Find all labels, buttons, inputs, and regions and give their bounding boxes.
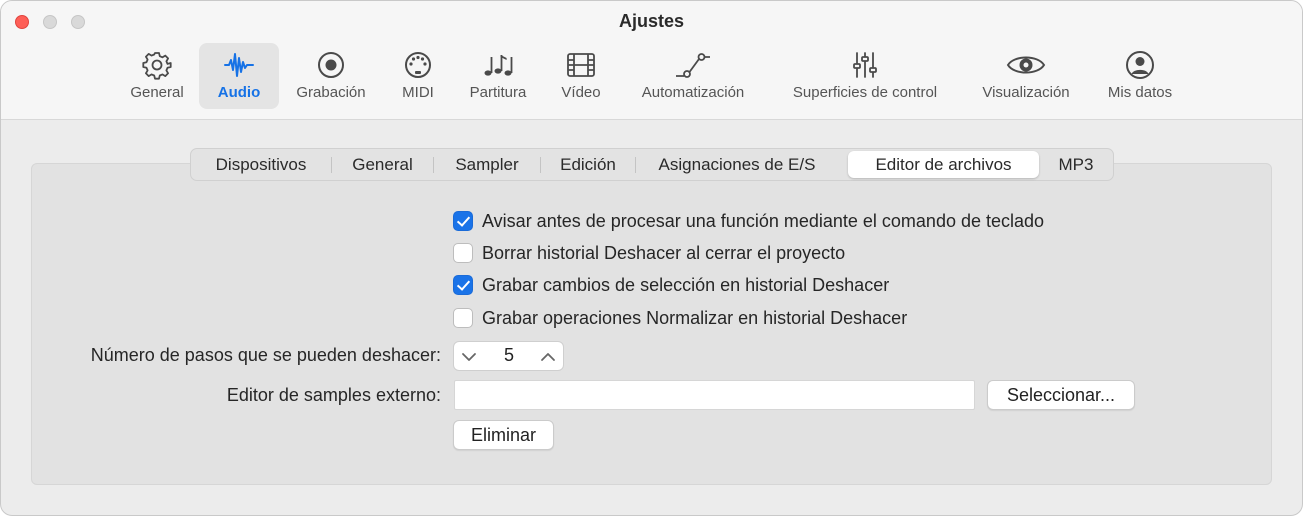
option-clear-undo-history[interactable]: Borrar historial Deshacer al cerrar el p… <box>453 242 953 264</box>
option-record-normalize-ops[interactable]: Grabar operaciones Normalizar en histori… <box>453 307 993 329</box>
option-label: Avisar antes de procesar una función med… <box>482 211 1045 231</box>
toolbar-item-control-surfaces[interactable]: Superficies de control <box>775 43 955 109</box>
select-button[interactable]: Seleccionar... <box>987 380 1135 410</box>
toolbar-label: Vídeo <box>561 84 601 101</box>
toolbar-item-audio[interactable]: Audio <box>199 43 279 109</box>
tab-sampler[interactable]: Sampler <box>437 151 537 178</box>
midi-port-icon <box>405 52 431 78</box>
tab-divider <box>433 157 434 173</box>
tab-divider <box>635 157 636 173</box>
toolbar-item-video[interactable]: Vídeo <box>551 43 611 109</box>
option-label: Grabar cambios de selección en historial… <box>482 275 890 295</box>
checkbox-checked[interactable] <box>453 211 473 231</box>
music-notes-icon <box>484 55 513 76</box>
film-icon <box>567 53 595 77</box>
toolbar-item-recording[interactable]: Grabación <box>287 43 375 109</box>
toolbar-label: Visualización <box>982 84 1070 101</box>
tab-devices[interactable]: Dispositivos <box>195 151 327 178</box>
settings-window: Ajustes General Audio Grabación MIDI Par… <box>0 0 1303 516</box>
checkbox-checked[interactable] <box>453 275 473 295</box>
toolbar-label: Superficies de control <box>792 84 938 101</box>
undo-steps-value: 5 <box>503 345 514 365</box>
record-icon <box>318 52 344 78</box>
toolbar: Ajustes General Audio Grabación MIDI Par… <box>1 1 1302 120</box>
toolbar-label: Grabación <box>296 84 366 101</box>
toolbar-item-general[interactable]: General <box>121 43 193 109</box>
option-confirm-key-command[interactable]: Avisar antes de procesar una función med… <box>453 210 1153 232</box>
sliders-icon <box>853 52 877 78</box>
option-label: Grabar operaciones Normalizar en histori… <box>482 308 908 328</box>
tab-divider <box>540 157 541 173</box>
tab-file-editor[interactable]: Editor de archivos <box>848 151 1039 178</box>
toolbar-item-score[interactable]: Partitura <box>459 43 537 109</box>
tab-io-assignments[interactable]: Asignaciones de E/S <box>639 151 835 178</box>
toolbar-label: Audio <box>217 84 261 101</box>
external-editor-label: Editor de samples externo: <box>226 385 441 405</box>
window-title: Ajustes <box>618 11 685 31</box>
option-label: Borrar historial Deshacer al cerrar el p… <box>482 243 846 263</box>
automation-curve-icon <box>676 53 710 78</box>
external-editor-path-field[interactable] <box>454 380 975 410</box>
toolbar-label: MIDI <box>402 84 434 101</box>
checkbox-unchecked[interactable] <box>453 243 473 263</box>
checkbox-unchecked[interactable] <box>453 308 473 328</box>
undo-steps-label: Número de pasos que se pueden deshacer: <box>90 345 441 365</box>
remove-button[interactable]: Eliminar <box>453 420 554 450</box>
tab-editing[interactable]: Edición <box>544 151 632 178</box>
option-record-selection-changes[interactable]: Grabar cambios de selección en historial… <box>453 274 973 296</box>
tab-mp3[interactable]: MP3 <box>1043 151 1109 178</box>
tab-general[interactable]: General <box>335 151 430 178</box>
toolbar-item-display[interactable]: Visualización <box>971 43 1081 109</box>
toolbar-label: Automatización <box>641 84 745 101</box>
undo-steps-stepper[interactable]: 5 <box>453 341 564 371</box>
waveform-icon <box>224 53 254 77</box>
tab-bar: Dispositivos General Sampler Edición Asi… <box>190 148 1114 181</box>
gear-icon <box>142 52 172 80</box>
toolbar-label: General <box>130 84 184 101</box>
toolbar-item-midi[interactable]: MIDI <box>391 43 445 109</box>
toolbar-item-automation[interactable]: Automatización <box>629 43 757 109</box>
person-icon <box>1126 51 1154 79</box>
eye-icon <box>1006 56 1046 74</box>
tab-divider <box>331 157 332 173</box>
toolbar-item-my-info[interactable]: Mis datos <box>1097 43 1183 109</box>
chevron-down-icon[interactable] <box>460 348 478 366</box>
toolbar-label: Mis datos <box>1107 84 1173 101</box>
toolbar-label: Partitura <box>469 84 527 101</box>
chevron-up-icon[interactable] <box>539 348 557 366</box>
